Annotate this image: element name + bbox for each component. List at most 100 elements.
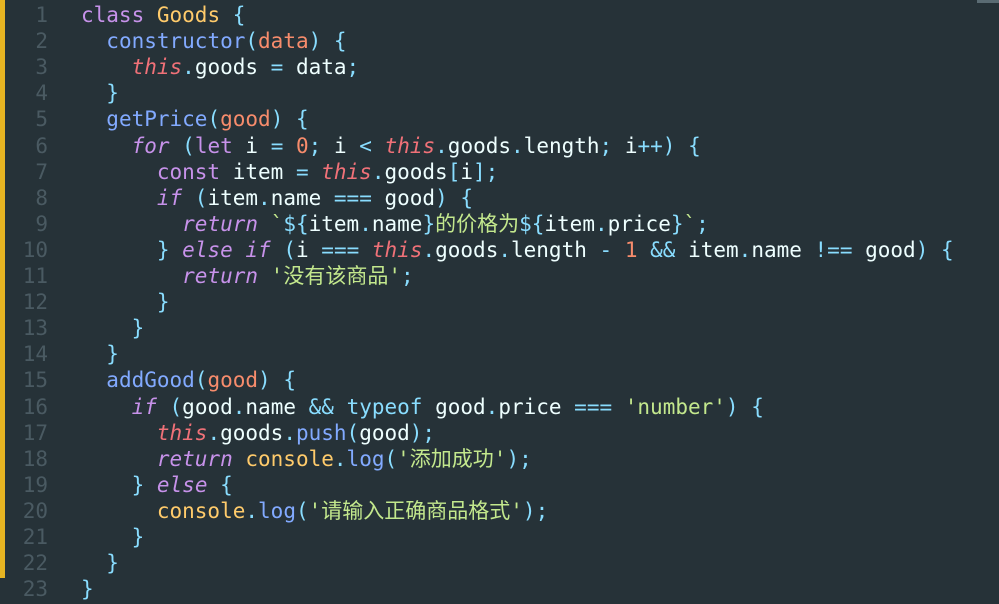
code-token: item [544, 211, 595, 236]
code-token: this [131, 55, 183, 80]
code-line[interactable]: 2 constructor(data) { [0, 28, 999, 54]
code-text: return `${item.name}的价格为${item.price}`; [81, 211, 709, 237]
code-token: . [371, 159, 385, 184]
code-text: if (item.name === good) { [81, 185, 473, 211]
code-text: } [81, 550, 119, 576]
code-line[interactable]: 5 getPrice(good) { [0, 106, 999, 132]
code-token: good [422, 394, 486, 419]
code-line[interactable]: 17 this.goods.push(good); [0, 420, 999, 446]
code-token: ++ [637, 133, 663, 158]
code-token: < [359, 133, 372, 158]
code-text: addGood(good) { [81, 367, 296, 393]
code-token: . [485, 394, 499, 419]
code-token: price [607, 211, 671, 236]
code-text: this.goods.push(good); [81, 420, 435, 446]
code-token: '添加成功' [397, 446, 507, 471]
code-line[interactable]: 7 const item = this.goods[i]; [0, 159, 999, 185]
code-token: i [333, 133, 360, 158]
code-token: = [258, 55, 296, 80]
code-token: item [207, 185, 259, 210]
code-line[interactable]: 12 } [0, 289, 999, 315]
code-text: return console.log('添加成功'); [81, 446, 532, 472]
code-line[interactable]: 1 class Goods { [0, 2, 999, 28]
code-line[interactable]: 9 return `${item.name}的价格为${item.price}`… [0, 211, 999, 237]
code-line[interactable]: 16 if (good.name && typeof good.price ==… [0, 394, 999, 420]
code-line[interactable]: 8 if (item.name === good) { [0, 185, 999, 211]
code-token: length [511, 237, 600, 262]
code-line[interactable]: 22 } [0, 550, 999, 576]
code-token: ]; [473, 159, 499, 184]
code-line[interactable]: 13 } [0, 315, 999, 341]
line-number: 8 [35, 185, 48, 210]
code-line[interactable]: 23} [0, 576, 999, 602]
code-line[interactable]: 21 } [0, 524, 999, 550]
code-token: { [220, 3, 246, 27]
line-number: 15 [22, 368, 48, 393]
code-token: 1 [624, 237, 638, 262]
code-line[interactable]: 10 } else if (i === this.goods.length - … [0, 237, 999, 263]
code-token: '没有该商品' [270, 264, 401, 288]
code-token: } [106, 81, 119, 106]
code-token: . [498, 237, 511, 262]
code-line[interactable]: 15 addGood(good) { [0, 367, 999, 393]
code-editor[interactable]: 1 class Goods {2 constructor(data) {3 thi… [0, 0, 999, 604]
code-token: goods [220, 420, 284, 445]
code-token: } [131, 472, 145, 497]
code-token: log [258, 498, 296, 523]
code-line[interactable]: 3 this.goods = data; [0, 54, 999, 80]
code-token: good [182, 394, 233, 419]
code-token: = [295, 159, 309, 184]
code-token: . [182, 55, 195, 80]
line-number: 12 [22, 290, 48, 315]
code-token: 的价格为 [435, 211, 520, 236]
code-token: } [106, 342, 119, 367]
code-line[interactable]: 4 } [0, 80, 999, 106]
code-token: === [321, 237, 360, 262]
code-token: . [422, 237, 436, 262]
code-token: ( [270, 237, 296, 262]
line-number: 1 [35, 3, 48, 27]
code-token: goods [435, 237, 499, 262]
code-token: ( [182, 185, 208, 210]
code-text: } [81, 341, 119, 367]
code-token: else [182, 237, 233, 262]
code-token: data [258, 29, 309, 54]
code-line[interactable]: 20 console.log('请输入正确商品格式'); [0, 498, 999, 524]
code-line[interactable]: 14 } [0, 341, 999, 367]
line-number: 10 [22, 237, 48, 262]
code-token: } [131, 525, 145, 549]
code-line[interactable]: 18 return console.log('添加成功'); [0, 446, 999, 472]
code-token: . [511, 133, 524, 158]
code-text: } [81, 576, 94, 602]
code-token: good [220, 107, 271, 132]
line-number: 16 [22, 394, 48, 419]
code-token: return [182, 211, 259, 236]
code-text: if (good.name && typeof good.price === '… [81, 394, 764, 420]
code-token: } [131, 316, 145, 341]
code-token: if [131, 394, 157, 419]
code-token: ; [599, 133, 625, 158]
code-token: ); [409, 420, 436, 445]
code-line[interactable]: 11 return '没有该商品'; [0, 263, 999, 289]
line-number: 5 [35, 107, 48, 132]
code-token: good [852, 237, 916, 262]
code-token: ; [308, 133, 334, 158]
code-line[interactable]: 19 } else { [0, 472, 999, 498]
code-token: getPrice [106, 107, 208, 132]
line-number: 3 [35, 55, 48, 80]
code-line[interactable]: 6 for (let i = 0; i < this.goods.length;… [0, 133, 999, 159]
